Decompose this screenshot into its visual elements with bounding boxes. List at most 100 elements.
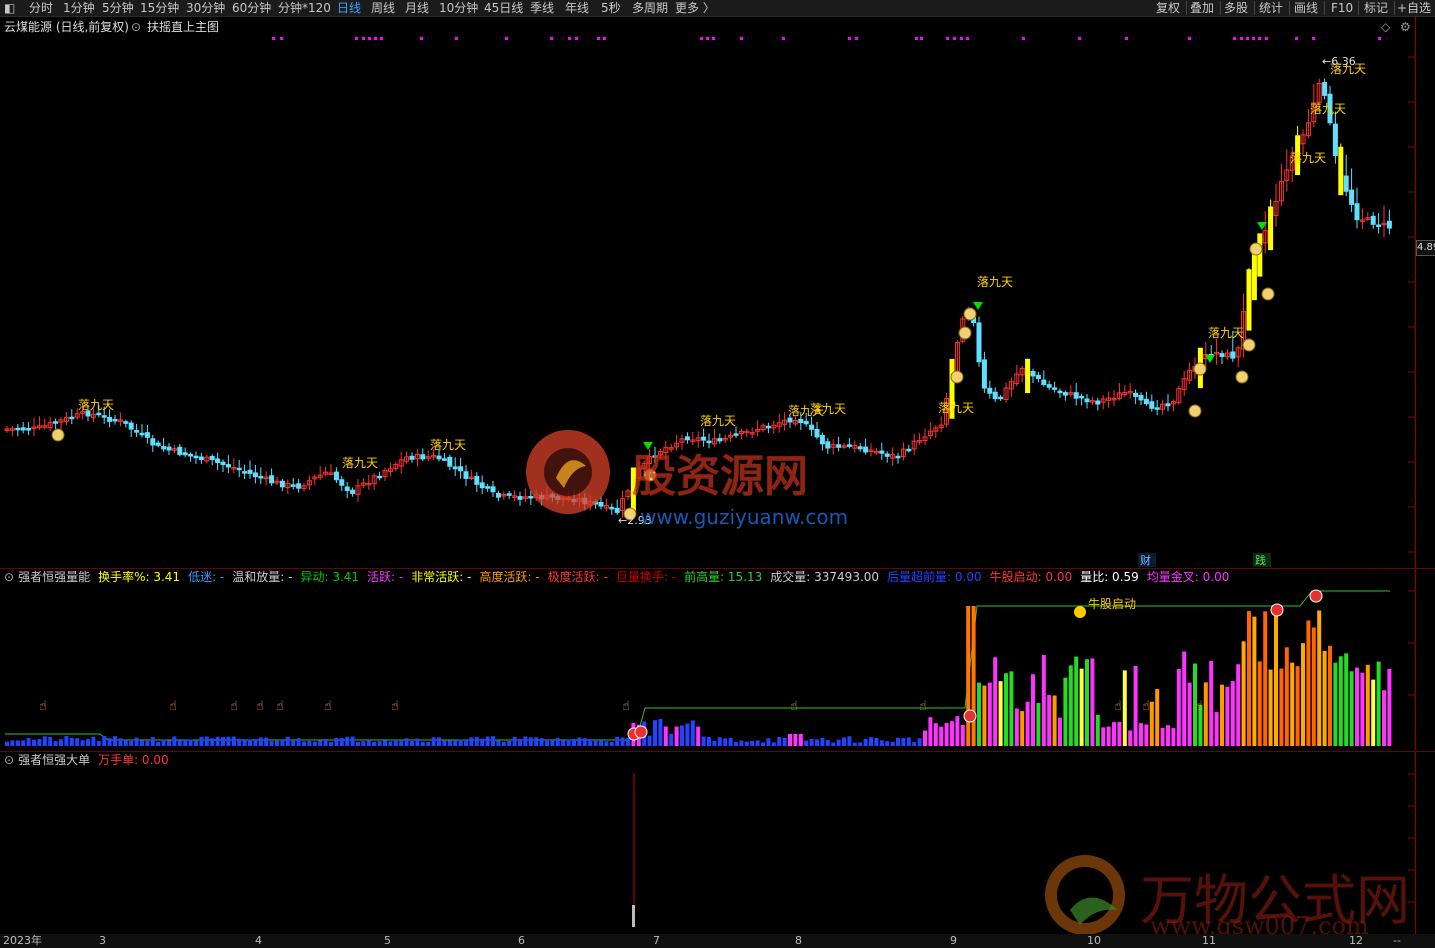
tool-zixuan[interactable]: +自选 [1397, 0, 1431, 16]
volume-bar [86, 739, 90, 746]
volume-bar [712, 740, 717, 746]
tool-f10[interactable]: F10 [1331, 0, 1353, 16]
volume-bar [1387, 668, 1392, 746]
indicator1-field-7: 极度活跃: - [547, 570, 608, 584]
tool-diejia[interactable]: 叠加 [1190, 0, 1214, 16]
indicator2-toggle-icon[interactable]: ⊙ [4, 753, 14, 767]
volume-bar [372, 741, 377, 746]
period-16[interactable]: 多周期 [632, 0, 668, 16]
money-bag-icon [963, 307, 977, 321]
period-7[interactable]: 分钟*120 [278, 0, 331, 16]
volume-bar [204, 736, 209, 746]
volume-bar [998, 681, 1003, 746]
volume-bar [210, 738, 215, 746]
candle-body [447, 456, 453, 467]
indicator1-panel[interactable]: ☝ ☝ ☝ ☝ ☝ ☝ ☝ ☝ ☝ ☝ ☝ ☝ ☝ 牛股启动 [0, 586, 1415, 750]
indicator1-toggle-icon[interactable]: ⊙ [4, 570, 14, 584]
candle-body [1030, 370, 1036, 377]
volume-bar [545, 739, 549, 746]
period-14[interactable]: 年线 [565, 0, 589, 16]
volume-bar [831, 742, 836, 746]
volume-bar [318, 740, 323, 746]
period-4[interactable]: 15分钟 [140, 0, 179, 16]
volume-bar [1306, 620, 1311, 746]
volume-bar [15, 740, 20, 746]
period-12[interactable]: 45日线 [484, 0, 523, 16]
candle-body [258, 475, 264, 479]
volume-bar [1311, 627, 1316, 746]
indicator2-axis [1415, 752, 1435, 934]
volume-bar [766, 738, 771, 746]
main-overlay-label[interactable]: 扶摇直上主图 [147, 17, 219, 37]
volume-bar [356, 741, 360, 746]
period-5[interactable]: 30分钟 [186, 0, 225, 16]
money-bag-icon [958, 326, 972, 340]
candle-body [998, 396, 1004, 400]
period-3[interactable]: 5分钟 [102, 0, 134, 16]
money-bag-icon [1249, 242, 1263, 256]
tool-tongji[interactable]: 统计 [1259, 0, 1283, 16]
volume-bar [280, 739, 285, 746]
volume-bar [420, 741, 425, 746]
volume-bar [798, 734, 803, 746]
period-1[interactable]: 分时 [29, 0, 53, 16]
period-13[interactable]: 季线 [530, 0, 554, 16]
date-label-end: -- [1393, 934, 1401, 947]
volume-bar [923, 730, 927, 746]
gsw-logo [1040, 855, 1130, 935]
volume-bar [194, 740, 198, 746]
candle-body [128, 422, 134, 430]
volume-bar [1041, 654, 1046, 746]
tool-fuquan[interactable]: 复权 [1156, 0, 1180, 16]
top-signal-dot [1078, 37, 1081, 40]
candle-body [155, 442, 161, 446]
settings-icon[interactable]: ⚙ [1400, 17, 1411, 37]
volume-bar [1290, 662, 1295, 746]
guziyuan-logo [520, 420, 620, 520]
candle-body [803, 420, 809, 425]
volume-bar [960, 724, 965, 746]
volume-bar [950, 721, 954, 746]
volume-chart: ☝ ☝ ☝ ☝ ☝ ☝ ☝ ☝ ☝ ☝ ☝ ☝ ☝ 牛股启动 [5, 589, 1415, 746]
indicator1-field-11: 后量超前量: 0.00 [887, 570, 982, 584]
candle-body [458, 466, 464, 472]
volume-bar [1133, 665, 1138, 746]
period-9[interactable]: 周线 [371, 0, 395, 16]
candle-body [1219, 353, 1225, 357]
tool-duogu[interactable]: 多股 [1224, 0, 1248, 16]
period-2[interactable]: 1分钟 [63, 0, 95, 16]
volume-bar [1252, 616, 1257, 746]
candle-body [981, 359, 987, 389]
volume-bar [1360, 672, 1365, 746]
tool-huaxian[interactable]: 画线 [1294, 0, 1318, 16]
volume-bar [248, 739, 252, 746]
indicator1-name[interactable]: 强者恒强量能 [18, 570, 90, 584]
volume-bar [1322, 650, 1327, 746]
period-15[interactable]: 5秒 [601, 0, 621, 16]
period-10[interactable]: 月线 [405, 0, 429, 16]
period-more[interactable]: 更多 〉 [675, 0, 715, 16]
period-daily[interactable]: 日线 [337, 0, 361, 16]
layout-toggle-icon[interactable]: ◧ [4, 0, 15, 16]
volume-bar [777, 737, 782, 746]
overlay-toggle-icon[interactable]: ⊙ [131, 17, 141, 37]
volume-bar [1371, 679, 1376, 746]
period-11[interactable]: 10分钟 [439, 0, 478, 16]
candle-body [107, 416, 113, 422]
big-order-bar [632, 905, 635, 927]
niugu-qidong-annotation: 牛股启动 [1088, 596, 1136, 611]
period-toolbar: ◧ 分时 1分钟 5分钟 15分钟 30分钟 60分钟 分钟*120 日线 周线… [0, 0, 1435, 17]
diamond-icon[interactable]: ◇ [1381, 17, 1390, 37]
indicator1-field-2: 温和放量: - [232, 570, 293, 584]
volume-bar [1149, 701, 1154, 746]
volume-bar [658, 718, 663, 746]
volume-bar [10, 740, 15, 746]
price-axis[interactable] [1415, 17, 1435, 569]
period-6[interactable]: 60分钟 [232, 0, 271, 16]
candle-body [269, 475, 275, 484]
date-label-9: 9 [950, 934, 957, 947]
volume-bar [1301, 643, 1305, 746]
signal-label-luojiutian: 落九天 [1208, 326, 1244, 340]
tool-biaoji[interactable]: 标记 [1364, 0, 1388, 16]
indicator2-name[interactable]: 强者恒强大单 [18, 753, 90, 767]
